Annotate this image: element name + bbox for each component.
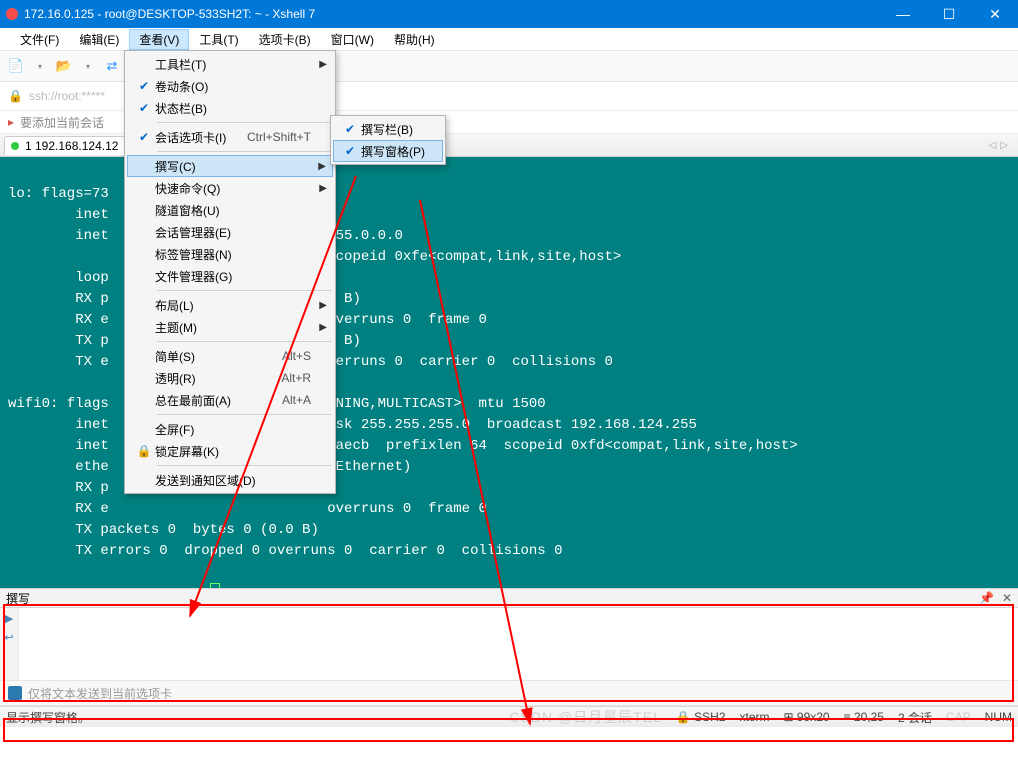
compose-textarea[interactable] [19, 608, 1018, 680]
mi-sesstab[interactable]: ✔会话选项卡(I)Ctrl+Shift+T [127, 126, 333, 148]
compose-pin-icon[interactable]: 📌 [979, 591, 994, 605]
window-minimize[interactable]: — [880, 0, 926, 28]
flag-icon: ▸ [8, 115, 14, 129]
title-bar: 172.16.0.125 - root@DESKTOP-533SH2T: ~ -… [0, 0, 1018, 28]
send-target-bar[interactable]: 仅将文本发送到当前选项卡 [0, 680, 1018, 706]
status-size: 99x20 [797, 710, 830, 724]
term-line: RX e overruns 0 frame 0 [8, 501, 487, 517]
menu-edit[interactable]: 编辑(E) [69, 29, 129, 50]
term-line: loop [8, 270, 109, 286]
mi-simple[interactable]: 简单(S)Alt+S [127, 345, 333, 367]
mi-filemgr[interactable]: 文件管理器(G) [127, 265, 333, 287]
tab-1[interactable]: 1 192.168.124.12 [4, 136, 129, 155]
session-hint-text: 要添加当前会话 [20, 114, 104, 131]
status-num: NUM [985, 710, 1012, 724]
window-close[interactable]: ✕ [972, 0, 1018, 28]
term-line: inet mask 255.255.255.0 broadcast 192.16… [8, 417, 697, 433]
window-title: 172.16.0.125 - root@DESKTOP-533SH2T: ~ -… [24, 7, 315, 21]
menu-tabs[interactable]: 选项卡(B) [249, 29, 321, 50]
tab-prev-icon[interactable]: ◁ [989, 140, 997, 151]
term-line: lo: flags=73 [8, 186, 109, 202]
compose-title: 撰写 [6, 590, 30, 607]
compose-sidebar: ▶ ↩ [0, 608, 19, 680]
status-proto: SSH2 [694, 710, 725, 724]
status-bar: 显示撰写窗格。 CSDN @日月星辰TEL 🔒 SSH2 xterm ⊞ 99x… [0, 706, 1018, 727]
app-icon [6, 8, 18, 20]
mi-notify[interactable]: 发送到通知区域(D) [127, 469, 333, 491]
mi-ontop[interactable]: 总在最前面(A)Alt+A [127, 389, 333, 411]
lock-icon: 🔒 [8, 89, 23, 103]
compose-submenu: ✔撰写栏(B) ✔撰写窗格(P) [330, 115, 446, 165]
mi-transp[interactable]: 透明(R)Alt+R [127, 367, 333, 389]
menu-bar: 文件(F) 编辑(E) 查看(V) 工具(T) 选项卡(B) 窗口(W) 帮助(… [0, 28, 1018, 51]
status-cap: CAP [946, 710, 971, 724]
compose-history-icon[interactable]: ↩ [4, 631, 13, 644]
term-line: TX packets 0 bytes 0 (0.0 B) [8, 522, 319, 538]
menu-help[interactable]: 帮助(H) [384, 29, 445, 50]
mi-sessmgr[interactable]: 会话管理器(E) [127, 221, 333, 243]
sm-compose-bar[interactable]: ✔撰写栏(B) [333, 118, 443, 140]
term-line: inet [8, 207, 109, 223]
compose-close-icon[interactable]: ✕ [1002, 591, 1012, 605]
menu-window[interactable]: 窗口(W) [321, 29, 384, 50]
send-target-text: 仅将文本发送到当前选项卡 [28, 685, 172, 702]
status-term: xterm [740, 710, 770, 724]
mi-compose[interactable]: 撰写(C)▶ [127, 155, 333, 177]
mi-scrollbar[interactable]: ✔卷动条(O) [127, 75, 333, 97]
new-session-icon[interactable]: 📄 [6, 56, 26, 76]
address-text[interactable]: ssh://root:***** [29, 89, 105, 103]
status-pos: 20,25 [854, 710, 884, 724]
status-sessions: 2 会话 [898, 709, 932, 726]
open-icon[interactable]: 📂 [54, 56, 74, 76]
sm-compose-pane[interactable]: ✔撰写窗格(P) [333, 140, 443, 162]
term-line: TX errors 0 dropped 0 overruns 0 carrier… [8, 543, 563, 559]
mi-theme[interactable]: 主题(M)▶ [127, 316, 333, 338]
menu-view[interactable]: 查看(V) [129, 29, 189, 50]
status-dot-icon [11, 142, 19, 150]
mi-full[interactable]: 全屏(F) [127, 418, 333, 440]
dropdown2-icon[interactable]: ▾ [78, 56, 98, 76]
tab-next-icon[interactable]: ▷ [1000, 140, 1008, 151]
status-left: 显示撰写窗格。 [6, 709, 90, 726]
mi-tunnel[interactable]: 隧道窗格(U) [127, 199, 333, 221]
mi-tabmgr[interactable]: 标签管理器(N) [127, 243, 333, 265]
mi-lock[interactable]: 🔒锁定屏幕(K) [127, 440, 333, 462]
mi-toolbar[interactable]: 工具栏(T)▶ [127, 53, 333, 75]
view-dropdown: 工具栏(T)▶ ✔卷动条(O) ✔状态栏(B) ✔会话选项卡(I)Ctrl+Sh… [124, 50, 336, 494]
dropdown-icon[interactable]: ▾ [30, 56, 50, 76]
menu-tool[interactable]: 工具(T) [189, 29, 248, 50]
tab-1-label: 1 192.168.124.12 [25, 139, 118, 153]
compose-send-icon[interactable]: ▶ [5, 612, 13, 625]
send-target-icon [8, 686, 22, 700]
compose-pane: 撰写 📌 ✕ ▶ ↩ [0, 588, 1018, 680]
window-maximize[interactable]: ☐ [926, 0, 972, 28]
watermark: CSDN @日月星辰TEL [509, 707, 661, 727]
mi-quickcmd[interactable]: 快速命令(Q)▶ [127, 177, 333, 199]
mi-layout[interactable]: 布局(L)▶ [127, 294, 333, 316]
mi-statusbar[interactable]: ✔状态栏(B) [127, 97, 333, 119]
transfer-icon[interactable]: ⇄ [102, 56, 122, 76]
menu-file[interactable]: 文件(F) [10, 29, 69, 50]
